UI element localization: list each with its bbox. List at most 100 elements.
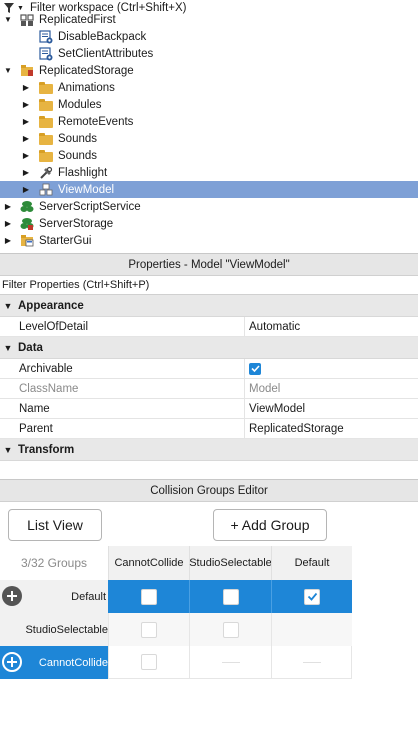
- collision-checkbox[interactable]: [222, 621, 239, 638]
- collision-title: Collision Groups Editor: [0, 480, 418, 502]
- property-value[interactable]: Automatic: [245, 317, 300, 336]
- expand-arrow-icon[interactable]: ▼: [0, 445, 16, 455]
- category-transform[interactable]: ▼ Transform: [0, 439, 418, 461]
- server-script-service-icon: [20, 200, 34, 214]
- groups-count: 3/32 Groups: [0, 546, 108, 580]
- checkmark-icon: [307, 592, 317, 601]
- properties-filter-input[interactable]: Filter Properties (Ctrl+Shift+P): [0, 276, 418, 295]
- property-name: LevelOfDetail: [0, 317, 245, 336]
- category-appearance[interactable]: ▼ Appearance: [0, 295, 418, 317]
- local-script-icon: [39, 46, 53, 61]
- collapsed-arrow-icon[interactable]: ▶: [21, 151, 31, 161]
- property-name: Name: [0, 399, 245, 418]
- property-class-name: ClassName Model: [0, 379, 418, 399]
- tree-item-server-storage[interactable]: ▶ ServerStorage: [0, 215, 418, 232]
- matrix-cell: [189, 646, 271, 679]
- archivable-checkbox[interactable]: [249, 362, 261, 375]
- collapsed-arrow-icon[interactable]: ▶: [3, 219, 13, 229]
- category-data[interactable]: ▼ Data: [0, 337, 418, 359]
- column-header: CannotCollide: [108, 546, 189, 580]
- tree-item-sounds[interactable]: ▶ Sounds: [0, 147, 418, 164]
- tool-icon: [39, 166, 53, 180]
- tree-item-label: Flashlight: [58, 166, 108, 179]
- tree-item-disable-backpack[interactable]: DisableBackpack: [0, 28, 418, 45]
- add-icon[interactable]: [2, 586, 22, 606]
- matrix-cell[interactable]: [189, 613, 271, 646]
- column-header: StudioSelectable: [189, 546, 272, 580]
- add-icon[interactable]: [2, 652, 22, 672]
- collision-checkbox[interactable]: [141, 621, 157, 638]
- collision-checkbox[interactable]: [222, 588, 239, 605]
- tree-item-modules[interactable]: ▶ Modules: [0, 96, 418, 113]
- folder-icon: [39, 81, 53, 95]
- matrix-cell[interactable]: [108, 613, 189, 646]
- collapsed-arrow-icon[interactable]: ▶: [3, 236, 13, 246]
- tree-item-view-model[interactable]: ▶ ViewModel: [0, 181, 418, 198]
- group-name[interactable]: StudioSelectable: [0, 613, 108, 646]
- tree-item-flashlight[interactable]: ▶ Flashlight: [0, 164, 418, 181]
- server-storage-icon: [20, 217, 34, 231]
- collapsed-arrow-icon[interactable]: ▶: [21, 134, 31, 144]
- matrix-cell: [271, 646, 352, 679]
- property-value[interactable]: ReplicatedStorage: [245, 419, 344, 438]
- collapsed-arrow-icon[interactable]: ▶: [21, 185, 31, 195]
- tree-item-sounds[interactable]: ▶ Sounds: [0, 130, 418, 147]
- matrix-cell[interactable]: [189, 580, 271, 613]
- tree-item-set-client-attributes[interactable]: SetClientAttributes: [0, 45, 418, 62]
- property-value[interactable]: ViewModel: [245, 399, 305, 418]
- collapsed-arrow-icon[interactable]: ▶: [21, 117, 31, 127]
- property-parent[interactable]: Parent ReplicatedStorage: [0, 419, 418, 439]
- property-archivable[interactable]: Archivable: [0, 359, 418, 379]
- tree-item-label: Sounds: [58, 132, 98, 145]
- property-name-row[interactable]: Name ViewModel: [0, 399, 418, 419]
- folder-icon: [39, 149, 53, 163]
- tree-item-label: ReplicatedFirst: [39, 13, 116, 26]
- collapsed-arrow-icon[interactable]: ▶: [21, 83, 31, 93]
- expand-arrow-icon[interactable]: ▼: [3, 15, 13, 25]
- tree-item-label: ServerStorage: [39, 217, 114, 230]
- collapsed-arrow-icon[interactable]: ▶: [21, 100, 31, 110]
- group-name[interactable]: CannotCollide: [24, 646, 108, 679]
- category-label: Transform: [18, 443, 75, 456]
- tree-item-animations[interactable]: ▶ Animations: [0, 79, 418, 96]
- matrix-cell[interactable]: [108, 580, 189, 613]
- tree-item-label: StarterGui: [39, 234, 92, 247]
- property-name: Parent: [0, 419, 245, 438]
- tree-item-label: SetClientAttributes: [58, 47, 154, 60]
- group-name[interactable]: Default: [24, 580, 108, 613]
- collision-row-studio-selectable: StudioSelectable: [0, 613, 352, 646]
- tree-item-remote-events[interactable]: ▶ RemoteEvents: [0, 113, 418, 130]
- collapsed-arrow-icon[interactable]: ▶: [3, 202, 13, 212]
- empty-cell-divider: [302, 661, 321, 663]
- matrix-cell: [271, 613, 352, 646]
- local-script-icon: [39, 29, 53, 44]
- tree-item-replicated-first[interactable]: ▼ ReplicatedFirst: [0, 11, 418, 28]
- tree-item-starter-gui[interactable]: ▶ StarterGui: [0, 232, 418, 249]
- collapsed-arrow-icon[interactable]: ▶: [21, 168, 31, 178]
- tree-item-label: Modules: [58, 98, 102, 111]
- tree-item-replicated-storage[interactable]: ▼ ReplicatedStorage: [0, 62, 418, 79]
- add-group-button[interactable]: + Add Group: [213, 509, 327, 541]
- replicated-first-icon: [20, 13, 34, 27]
- tree-item-label: Sounds: [58, 149, 98, 162]
- expand-arrow-icon[interactable]: ▼: [0, 301, 16, 311]
- collision-checkbox-checked[interactable]: [304, 588, 320, 605]
- tree-item-label: DisableBackpack: [58, 30, 147, 43]
- matrix-cell[interactable]: [271, 580, 352, 613]
- expand-arrow-icon[interactable]: ▼: [3, 66, 13, 76]
- folder-icon: [39, 115, 53, 129]
- collision-checkbox[interactable]: [141, 654, 157, 670]
- property-level-of-detail[interactable]: LevelOfDetail Automatic: [0, 317, 418, 337]
- list-view-button[interactable]: List View: [8, 509, 102, 541]
- starter-gui-icon: [20, 234, 34, 248]
- properties-title: Properties - Model "ViewModel": [0, 254, 418, 276]
- matrix-cell[interactable]: [108, 646, 189, 679]
- empty-cell-divider: [221, 661, 240, 663]
- property-value: Model: [249, 382, 281, 395]
- collision-row-default: Default: [0, 580, 352, 613]
- collision-checkbox[interactable]: [140, 588, 157, 605]
- property-name: ClassName: [0, 379, 245, 398]
- tree-item-server-script-service[interactable]: ▶ ServerScriptService: [0, 198, 418, 215]
- expand-arrow-icon[interactable]: ▼: [0, 343, 16, 353]
- category-label: Appearance: [18, 299, 84, 312]
